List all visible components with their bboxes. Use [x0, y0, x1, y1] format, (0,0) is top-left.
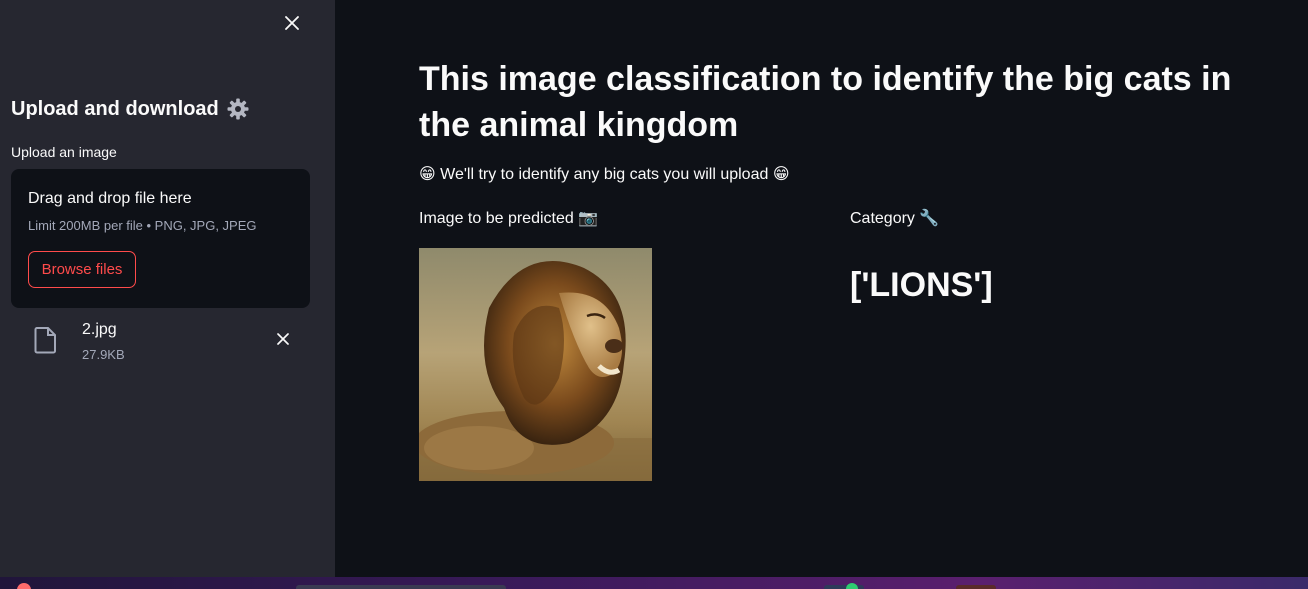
app-window: Upload and download Upload an image Drag…: [0, 0, 1308, 589]
file-size: 27.9KB: [82, 347, 125, 362]
page-title: This image classification to identify th…: [419, 60, 1232, 144]
category-column-label: Category 🔧: [850, 210, 940, 227]
browse-files-button[interactable]: Browse files: [28, 251, 136, 288]
prediction-result: ['LIONS']: [850, 266, 993, 304]
taskbar-app-icon[interactable]: [824, 585, 864, 589]
file-icon: [34, 327, 56, 354]
remove-file-button[interactable]: [273, 329, 293, 349]
dropzone-limit: Limit 200MB per file • PNG, JPG, JPEG: [28, 218, 257, 233]
uploaded-file-item: 2.jpg 27.9KB: [11, 318, 310, 368]
taskbar-app-icon[interactable]: [17, 583, 31, 589]
os-taskbar: [0, 577, 1308, 589]
page-subtitle: 😁 We'll try to identify any big cats you…: [419, 166, 790, 183]
taskbar-app-icon[interactable]: [956, 585, 996, 589]
image-column-label: Image to be predicted 📷: [419, 210, 599, 227]
gear-icon: [226, 97, 250, 121]
sidebar-header-text: Upload and download: [11, 97, 219, 120]
uploaded-lion-image: [419, 248, 652, 481]
sidebar-header: Upload and download: [11, 97, 250, 121]
file-dropzone[interactable]: Drag and drop file here Limit 200MB per …: [11, 169, 310, 308]
close-icon: [285, 16, 299, 30]
sidebar: Upload and download Upload an image Drag…: [0, 0, 335, 577]
upload-label: Upload an image: [11, 144, 117, 160]
close-icon: [277, 333, 289, 345]
taskbar-app-icon[interactable]: [846, 583, 858, 589]
taskbar-search-bar[interactable]: [296, 585, 506, 589]
file-name: 2.jpg: [82, 321, 117, 338]
close-sidebar-button[interactable]: [280, 11, 304, 35]
dropzone-title: Drag and drop file here: [28, 190, 192, 207]
